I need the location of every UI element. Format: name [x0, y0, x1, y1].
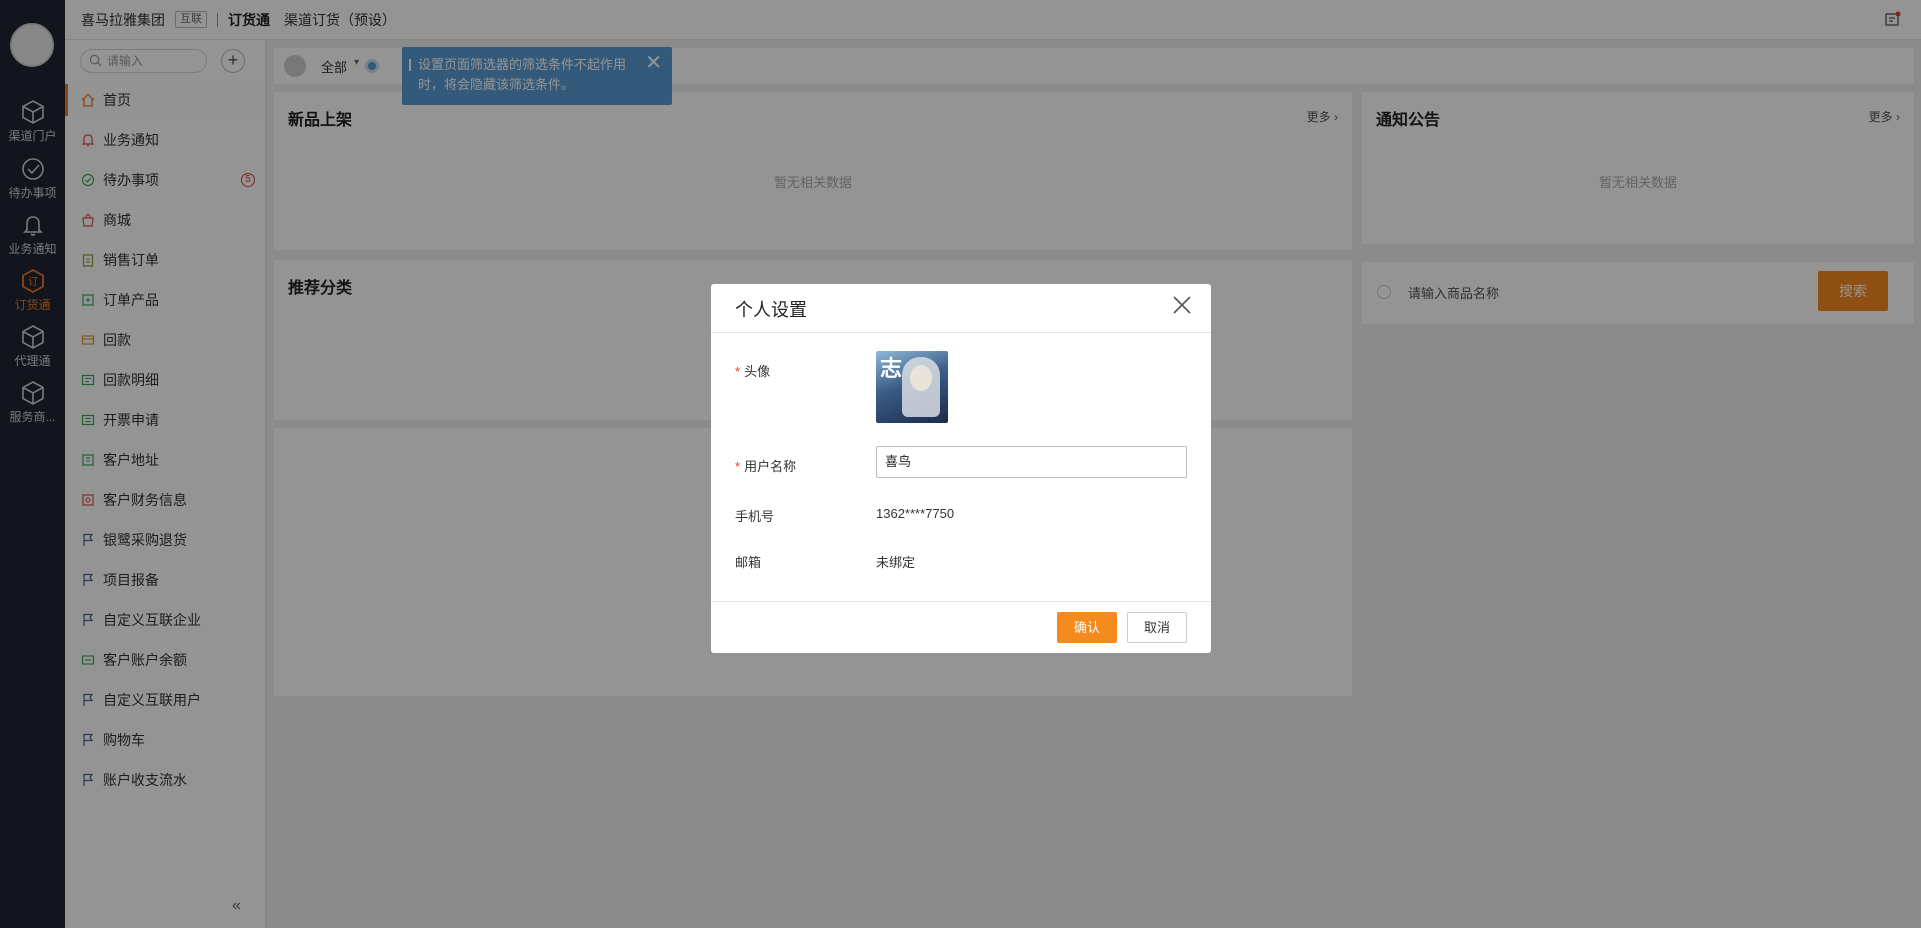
close-icon[interactable] — [1173, 296, 1191, 314]
phone-value: 1362****7750 — [876, 506, 955, 521]
personal-settings-dialog: 个人设置 * 头像 志 * 用户名称 喜鸟 手机号 1362****7750 邮箱 … — [711, 284, 1211, 653]
email-value: 未绑定 — [876, 555, 916, 570]
avatar-label: * 头像 — [735, 361, 770, 380]
photo-face — [910, 365, 932, 391]
photo-calligraphy: 志 — [880, 356, 903, 382]
username-field[interactable]: 喜鸟 — [876, 446, 1187, 478]
divider — [711, 332, 1211, 333]
dialog-title: 个人设置 — [735, 300, 807, 320]
phone-label: 手机号 — [735, 509, 775, 524]
required-mark: * — [735, 459, 741, 474]
username-label: * 用户名称 — [735, 456, 796, 475]
cancel-button[interactable]: 取消 — [1127, 612, 1187, 643]
confirm-button[interactable]: 确认 — [1057, 612, 1117, 643]
required-mark: * — [735, 364, 741, 379]
username-label-text: 用户名称 — [744, 459, 797, 474]
email-label: 邮箱 — [735, 555, 762, 570]
divider — [711, 601, 1211, 602]
avatar-label-text: 头像 — [744, 364, 771, 379]
avatar-image[interactable]: 志 — [876, 351, 948, 423]
